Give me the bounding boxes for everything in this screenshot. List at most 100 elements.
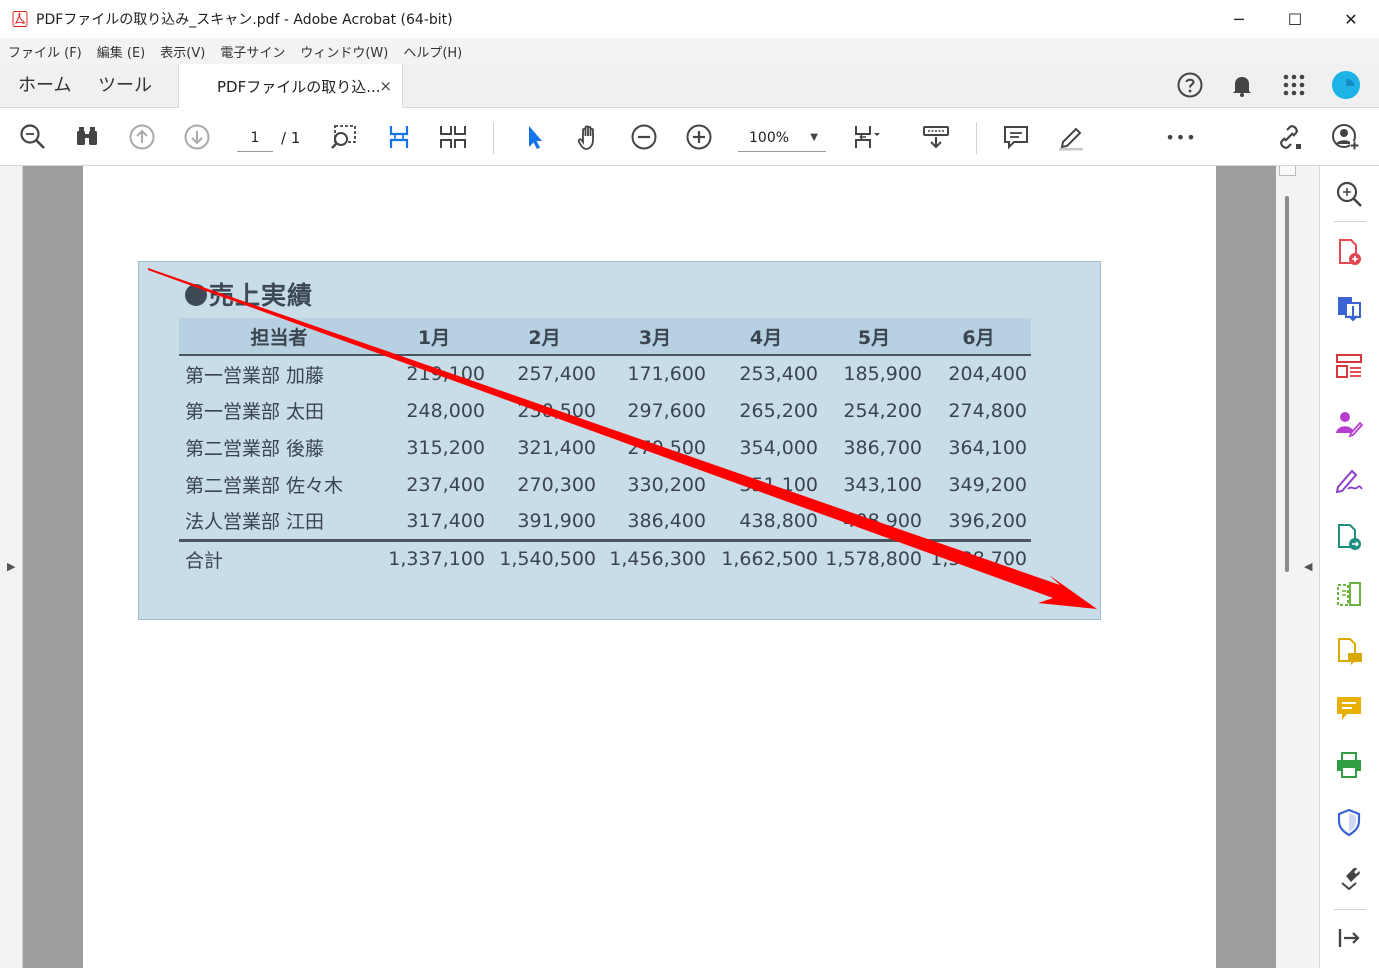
select-cursor-icon[interactable] xyxy=(517,120,551,154)
acrobat-app-icon xyxy=(12,11,28,27)
table-row: 第二営業部 佐々木 237,400 270,300 330,200 351,10… xyxy=(179,466,1031,503)
table-cell: 408,900 xyxy=(843,509,922,532)
zoom-level-select[interactable]: 100% ▼ xyxy=(738,126,826,152)
marquee-zoom-icon[interactable] xyxy=(327,120,361,154)
window-title: PDFファイルの取り込み_スキャン.pdf - Adobe Acrobat (6… xyxy=(36,12,453,28)
zoom-level-value: 100% xyxy=(749,130,790,146)
table-header: 6月 xyxy=(926,318,1031,356)
table-row: 法人営業部 江田 317,400 391,900 386,400 438,800… xyxy=(179,503,1031,540)
exit-panel-icon[interactable] xyxy=(1333,922,1365,954)
zoom-out-icon[interactable] xyxy=(627,120,661,154)
notifications-bell-icon[interactable] xyxy=(1227,70,1257,100)
fit-page-icon[interactable] xyxy=(382,120,416,154)
minimize-button[interactable]: ─ xyxy=(1211,0,1267,38)
right-panel-toggle[interactable]: ◀ xyxy=(1299,166,1320,968)
previous-page-icon[interactable] xyxy=(125,120,159,154)
table-cell: 第一営業部 太田 xyxy=(185,401,325,423)
tab-home[interactable]: ホーム xyxy=(18,64,71,107)
table-cell: 317,400 xyxy=(406,509,485,532)
help-icon[interactable] xyxy=(1175,70,1205,100)
menu-file[interactable]: ファイル (F) xyxy=(8,42,82,61)
table-cell: 438,800 xyxy=(739,509,818,532)
tools-more-icon[interactable] xyxy=(1333,862,1365,894)
search-icon[interactable] xyxy=(16,120,50,154)
table-cell: 330,200 xyxy=(627,473,706,496)
expand-right-icon: ▶ xyxy=(7,560,16,573)
find-binoculars-icon[interactable] xyxy=(70,120,104,154)
sidebar-divider-2 xyxy=(1334,909,1366,910)
user-avatar[interactable] xyxy=(1331,70,1361,100)
table-cell: 1,662,500 xyxy=(710,538,822,577)
highlight-pen-icon[interactable] xyxy=(1054,120,1088,154)
main-toolbar: 1 / 1 100% ▼ ••• xyxy=(0,108,1379,166)
table-cell: 204,400 xyxy=(948,363,1027,385)
table-cell: 第二営業部 後藤 xyxy=(185,438,325,460)
table-cell: 219,100 xyxy=(406,363,485,385)
table-header: 5月 xyxy=(822,318,926,356)
table-cell: 171,600 xyxy=(627,363,706,385)
read-mode-icon[interactable] xyxy=(919,120,953,154)
table-cell: 354,000 xyxy=(739,436,818,459)
add-user-icon[interactable] xyxy=(1328,120,1362,154)
page-total: / 1 xyxy=(281,129,301,147)
more-tools-icon[interactable]: ••• xyxy=(1164,120,1198,154)
print-production-icon[interactable] xyxy=(1333,749,1365,781)
scrollbar-thumb[interactable] xyxy=(1285,196,1289,572)
maximize-button[interactable]: ☐ xyxy=(1267,0,1323,38)
add-comment-icon[interactable] xyxy=(999,120,1033,154)
table-cell: 248,000 xyxy=(406,399,485,422)
send-review-icon[interactable] xyxy=(1333,521,1365,553)
export-pdf-icon[interactable] xyxy=(1333,293,1365,325)
menu-window[interactable]: ウィンドウ(W) xyxy=(300,42,388,61)
table-header: 4月 xyxy=(710,318,822,356)
table-cell: 396,200 xyxy=(948,509,1027,532)
scanned-image: 売上実績 担当者 1月 2月 3月 4月 5月 6月 第一営業部 加藤 219,… xyxy=(138,261,1101,620)
hand-tool-icon[interactable] xyxy=(572,120,606,154)
table-row: 第一営業部 加藤 219,100 257,400 171,600 253,400… xyxy=(179,355,1031,392)
table-cell: 230,500 xyxy=(517,399,596,422)
comment-doc-icon[interactable] xyxy=(1333,635,1365,667)
table-cell: 253,400 xyxy=(739,363,818,385)
scan-heading-text: 売上実績 xyxy=(209,281,314,310)
tab-document[interactable]: PDFファイルの取り込... × xyxy=(178,64,403,109)
compare-icon[interactable] xyxy=(1333,578,1365,610)
page-scroll-mode-icon[interactable] xyxy=(850,120,884,154)
sidebar-divider xyxy=(1334,221,1366,222)
table-cell: 321,400 xyxy=(517,436,596,459)
request-signature-icon[interactable] xyxy=(1333,407,1365,439)
fill-sign-icon[interactable] xyxy=(1333,464,1365,496)
table-cell: 343,100 xyxy=(843,473,922,496)
next-page-icon[interactable] xyxy=(180,120,214,154)
vertical-scrollbar[interactable] xyxy=(1276,166,1299,968)
menu-edit[interactable]: 編集 (E) xyxy=(97,42,146,61)
table-header: 2月 xyxy=(489,318,600,356)
table-cell: 386,400 xyxy=(627,509,706,532)
close-window-button[interactable]: ✕ xyxy=(1323,0,1379,38)
table-cell: 254,200 xyxy=(843,399,922,422)
tab-close-button[interactable]: × xyxy=(379,77,392,95)
left-panel-toggle[interactable]: ▶ xyxy=(0,166,23,968)
table-cell: 合計 xyxy=(179,538,379,577)
tab-tools[interactable]: ツール xyxy=(98,64,152,107)
menu-view[interactable]: 表示(V) xyxy=(160,42,205,61)
share-link-icon[interactable] xyxy=(1272,120,1306,154)
menu-help[interactable]: ヘルプ(H) xyxy=(403,42,462,61)
table-cell: 391,900 xyxy=(517,509,596,532)
two-page-view-icon[interactable] xyxy=(436,120,470,154)
zoom-tool-icon[interactable] xyxy=(1333,178,1365,210)
pdf-page: 売上実績 担当者 1月 2月 3月 4月 5月 6月 第一営業部 加藤 219,… xyxy=(83,166,1216,968)
table-cell: 270,300 xyxy=(517,473,596,496)
title-bar: PDFファイルの取り込み_スキャン.pdf - Adobe Acrobat (6… xyxy=(0,0,1379,38)
table-cell: 270,500 xyxy=(627,436,706,459)
zoom-in-icon[interactable] xyxy=(682,120,716,154)
organize-pages-icon[interactable] xyxy=(1333,350,1365,382)
table-cell: 265,200 xyxy=(739,399,818,422)
table-cell: 386,700 xyxy=(843,436,922,459)
create-pdf-icon[interactable] xyxy=(1333,236,1365,268)
apps-grid-icon[interactable] xyxy=(1279,70,1309,100)
menu-esign[interactable]: 電子サイン xyxy=(220,42,285,61)
page-number-input[interactable]: 1 xyxy=(237,126,273,152)
comment-icon[interactable] xyxy=(1333,692,1365,724)
table-header-row: 担当者 1月 2月 3月 4月 5月 6月 xyxy=(179,318,1031,356)
protect-icon[interactable] xyxy=(1333,806,1365,838)
